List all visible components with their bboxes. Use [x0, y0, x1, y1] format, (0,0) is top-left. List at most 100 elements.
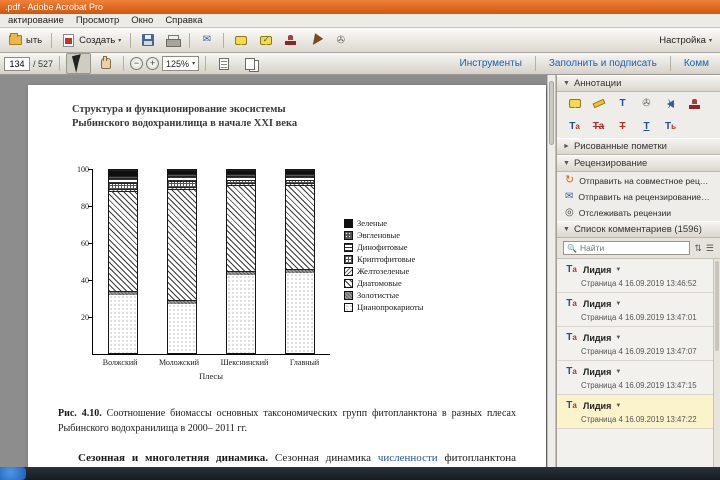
- zoom-in-button[interactable]: +: [146, 57, 160, 70]
- bar-segment: [167, 303, 196, 354]
- annotated-word[interactable]: численности: [378, 452, 438, 464]
- start-button[interactable]: [0, 467, 26, 480]
- track-reviews-item[interactable]: ◎ Отслеживать рецензии: [557, 205, 720, 221]
- document-view[interactable]: Структура и функционирование экосистемы …: [0, 75, 547, 467]
- comments-search-box[interactable]: 🔍: [563, 241, 691, 255]
- legend-item: Золотистые: [344, 290, 423, 300]
- comments-list-section-header[interactable]: ▼ Список комментариев (1596): [557, 221, 720, 238]
- insert-text-icon: Та: [566, 399, 577, 411]
- menu-window[interactable]: Окно: [125, 15, 159, 26]
- attach-file-icon[interactable]: ✇: [639, 96, 654, 111]
- chevron-down-icon[interactable]: ▼: [615, 369, 621, 375]
- stamp-button[interactable]: [279, 31, 302, 50]
- legend-label: Цианопрокариоты: [357, 302, 424, 313]
- x-category-label: Моложский: [159, 358, 199, 368]
- insert-text-icon: Та: [566, 263, 577, 275]
- send-shared-review-item[interactable]: ↻ Отправить на совместное рецензирование: [557, 172, 720, 189]
- legend-item: Желтозеленые: [344, 266, 423, 276]
- note-to-text-icon[interactable]: Ть: [663, 119, 678, 134]
- chevron-down-icon: ▾: [192, 61, 196, 67]
- sort-comments-icon[interactable]: ⇅: [694, 243, 702, 254]
- strikethrough-text-icon[interactable]: Т: [615, 119, 630, 134]
- comment-item[interactable]: Та Лидия ▼ Страница 4 16.09.2019 13:46:5…: [557, 259, 713, 293]
- tools-panel-button[interactable]: Инструменты: [453, 58, 529, 69]
- legend-item: Эвгленовые: [344, 230, 423, 240]
- stamp-icon[interactable]: [687, 96, 702, 111]
- document-scrollbar[interactable]: [547, 75, 556, 467]
- open-button[interactable]: ыть: [4, 31, 46, 50]
- sticky-note-button[interactable]: [229, 31, 252, 50]
- comment-item[interactable]: Та Лидия ▼ Страница 4 16.09.2019 13:47:0…: [557, 327, 713, 361]
- annotations-section-header[interactable]: ▼ Аннотации: [557, 75, 720, 92]
- replace-text-icon[interactable]: Та: [591, 119, 606, 134]
- two-page-view-button[interactable]: [238, 54, 261, 73]
- separator: [534, 56, 536, 71]
- drawing-markups-section-header[interactable]: ► Рисованные пометки: [557, 138, 720, 155]
- chevron-down-icon[interactable]: ▼: [615, 301, 621, 307]
- review-section-header[interactable]: ▼ Рецензирование: [557, 155, 720, 172]
- filter-comments-icon[interactable]: ☰: [706, 243, 714, 254]
- comment-meta: Страница 4 16.09.2019 13:47:07: [581, 347, 697, 356]
- signature-button[interactable]: [304, 31, 327, 50]
- separator: [669, 56, 671, 71]
- zoom-level-select[interactable]: 125% ▾: [162, 56, 200, 71]
- bar-segment: [167, 188, 196, 301]
- single-page-view-button[interactable]: [212, 54, 235, 73]
- settings-button[interactable]: Настройка ▾: [655, 33, 716, 48]
- legend-label: Зеленые: [357, 218, 388, 229]
- fill-sign-panel-button[interactable]: Заполнить и подписать: [542, 58, 664, 69]
- comment-item[interactable]: Та Лидия ▼ Страница 4 16.09.2019 13:47:1…: [557, 361, 713, 395]
- legend-swatch: [344, 254, 353, 264]
- scrollbar-thumb[interactable]: [715, 261, 719, 351]
- create-button[interactable]: Создать ▾: [57, 31, 125, 50]
- highlight-icon[interactable]: [591, 96, 606, 111]
- os-taskbar[interactable]: [0, 467, 720, 480]
- insert-text-icon: Та: [566, 331, 577, 343]
- print-button[interactable]: [161, 31, 184, 50]
- legend-label: Эвгленовые: [357, 230, 400, 241]
- comment-item[interactable]: Та Лидия ▼ Страница 4 16.09.2019 13:47:0…: [557, 293, 713, 327]
- pen-nib-icon: [308, 32, 324, 48]
- add-text-icon[interactable]: T: [615, 96, 630, 111]
- email-button[interactable]: ✉: [195, 31, 218, 50]
- insert-text-icon[interactable]: Та: [567, 119, 582, 134]
- comment-panel-button[interactable]: Комм: [677, 58, 716, 69]
- chevron-down-icon[interactable]: ▼: [615, 403, 621, 409]
- approve-comment-button[interactable]: [254, 31, 277, 50]
- insert-text-icon: Та: [566, 297, 577, 309]
- scrollbar-thumb[interactable]: [549, 81, 554, 145]
- chart-bar: [107, 169, 138, 355]
- hand-tool-button[interactable]: [94, 54, 117, 73]
- bar-segment: [227, 185, 256, 271]
- annotation-tools-row-1: T ✇: [557, 92, 720, 115]
- paragraph-lead: Сезонная и многолетняя динамика.: [78, 452, 269, 465]
- record-audio-icon[interactable]: [663, 96, 678, 111]
- comments-scrollbar[interactable]: [713, 259, 720, 467]
- comment-author: Лидия: [583, 332, 612, 343]
- pdf-page: Структура и функционирование экосистемы …: [28, 85, 546, 467]
- window-title: .pdf - Adobe Acrobat Pro: [5, 2, 104, 12]
- header-line-2: Рыбинского водохранилища в начале XXI ве…: [72, 118, 298, 130]
- chevron-down-icon[interactable]: ▼: [615, 335, 621, 341]
- check-bubble-icon: [258, 33, 273, 48]
- send-email-review-item[interactable]: ✉ Отправить на рецензирование по эл. по.…: [557, 189, 720, 205]
- save-button[interactable]: [136, 31, 159, 50]
- zoom-out-button[interactable]: −: [130, 57, 144, 70]
- separator: [205, 56, 207, 71]
- comment-item-selected[interactable]: Та Лидия ▼ Страница 4 16.09.2019 13:47:2…: [557, 395, 713, 429]
- bar-segment: [108, 190, 137, 292]
- create-pdf-icon: [61, 33, 76, 48]
- comments-search-input[interactable]: [579, 243, 687, 253]
- menu-help[interactable]: Справка: [159, 15, 208, 26]
- page-number-input[interactable]: [4, 56, 30, 71]
- select-tool-button[interactable]: [66, 53, 92, 74]
- comments-list[interactable]: Та Лидия ▼ Страница 4 16.09.2019 13:46:5…: [557, 259, 713, 467]
- title-bar[interactable]: .pdf - Adobe Acrobat Pro: [0, 0, 720, 14]
- chevron-down-icon[interactable]: ▼: [615, 267, 621, 273]
- attach-button[interactable]: ✇: [329, 31, 352, 50]
- page-total-label: / 527: [33, 58, 54, 69]
- menu-edit[interactable]: актирование: [2, 15, 70, 26]
- menu-view[interactable]: Просмотр: [70, 15, 125, 26]
- underline-text-icon[interactable]: Т: [639, 119, 654, 134]
- sticky-note-icon[interactable]: [567, 96, 582, 111]
